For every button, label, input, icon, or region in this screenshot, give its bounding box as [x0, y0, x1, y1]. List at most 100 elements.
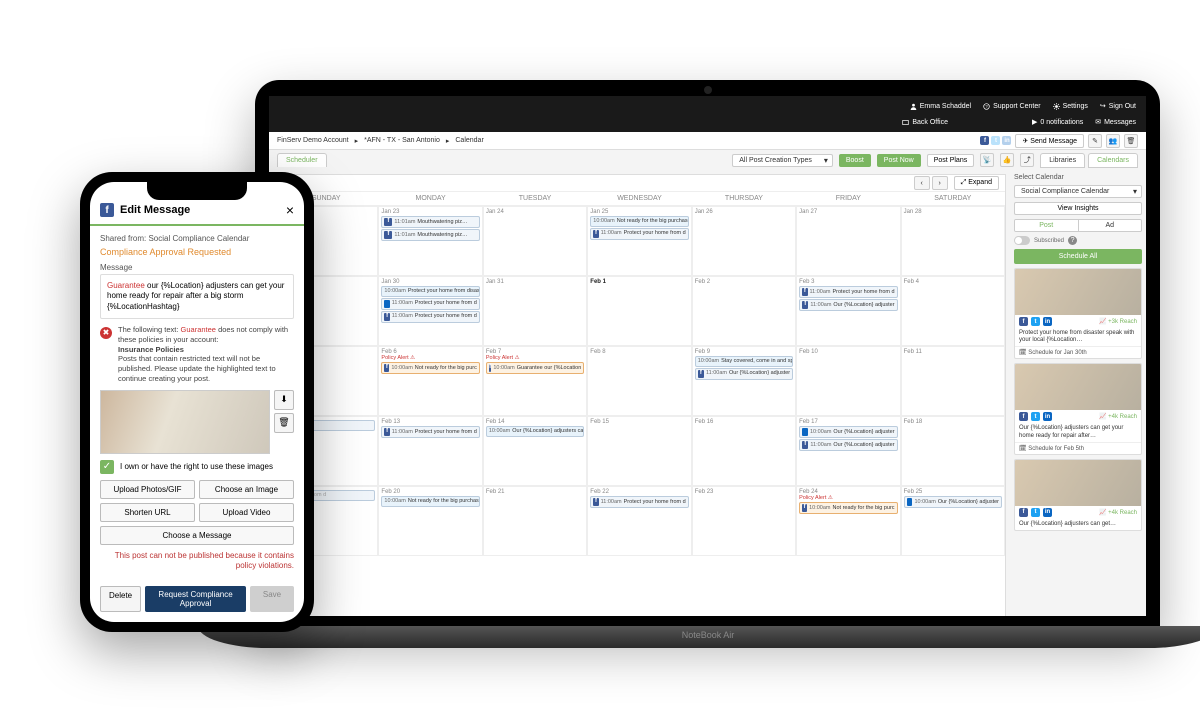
attached-image[interactable]	[100, 390, 270, 454]
support-link[interactable]: ?Support Center	[983, 100, 1040, 112]
calendar-event[interactable]: f10:00am Guarantee our {%Location	[486, 362, 584, 374]
day-cell[interactable]: Feb 4	[901, 276, 1005, 346]
calendar-event[interactable]: f11:00am Protect your home from d	[381, 311, 479, 323]
day-cell[interactable]: Jan 3010:00am Protect your home from dis…	[378, 276, 482, 346]
like-icon[interactable]: 👍	[1000, 153, 1014, 167]
day-cell[interactable]: Feb 24Policy Alert ⚠f10:00am Not ready f…	[796, 486, 900, 556]
request-approval-button[interactable]: Request Compliance Approval	[145, 586, 246, 612]
calendar-event[interactable]: f11:00am Protect your home from d	[590, 228, 688, 240]
day-cell[interactable]: Feb 2510:00am Our {%Location} adjuster	[901, 486, 1005, 556]
day-cell[interactable]: Jan 28	[901, 206, 1005, 276]
day-cell[interactable]: Jan 27	[796, 206, 900, 276]
day-cell[interactable]: Feb 1	[587, 276, 691, 346]
day-cell[interactable]: Feb 13f11:00am Protect your home from d	[378, 416, 482, 486]
day-cell[interactable]: Feb 7Policy Alert ⚠f10:00am Guarantee ou…	[483, 346, 587, 416]
view-insights-button[interactable]: View Insights	[1014, 202, 1142, 215]
day-cell[interactable]: Feb 3f11:00am Protect your home from df1…	[796, 276, 900, 346]
signout-link[interactable]: ↪ Sign Out	[1100, 100, 1136, 112]
day-cell[interactable]: Feb 15	[587, 416, 691, 486]
calendar-event[interactable]: 10:00am Not ready for the big purchase? …	[381, 496, 479, 507]
day-cell[interactable]: Feb 22f11:00am Protect your home from d	[587, 486, 691, 556]
content-card[interactable]: ftin📈 +4k ReachOur {%Location} adjusters…	[1014, 459, 1142, 531]
calendar-select[interactable]: Social Compliance Calendar	[1014, 185, 1142, 198]
calendar-event[interactable]: f11:00am Our {%Location} adjuster	[799, 299, 897, 311]
day-cell[interactable]: Jan 26	[692, 206, 796, 276]
post-now-button[interactable]: Post Now	[877, 154, 921, 167]
day-cell[interactable]: Feb 1410:00am Our {%Location} adjusters …	[483, 416, 587, 486]
day-cell[interactable]: Feb 1710:00am Our {%Location} adjusterf1…	[796, 416, 900, 486]
shorten-url-button[interactable]: Shorten URL	[100, 503, 195, 522]
upload-icon[interactable]: ⤴	[1020, 153, 1034, 167]
day-cell[interactable]: Jan 2510:00am Not ready for the big purc…	[587, 206, 691, 276]
download-image-button[interactable]: ⬇	[274, 390, 294, 410]
post-ad-toggle[interactable]: Post Ad	[1014, 219, 1142, 232]
day-cell[interactable]: Feb 2010:00am Not ready for the big purc…	[378, 486, 482, 556]
scheduler-tab[interactable]: Scheduler	[277, 153, 327, 167]
ad-pill[interactable]: Ad	[1079, 220, 1142, 231]
close-icon[interactable]: ×	[286, 202, 294, 218]
users-icon[interactable]: 👥	[1106, 134, 1120, 148]
expand-button[interactable]: ⤢ Expand	[954, 176, 999, 190]
post-pill[interactable]: Post	[1015, 220, 1079, 231]
prev-month-button[interactable]: ‹	[914, 176, 930, 190]
calendar-event[interactable]: 10:00am Our {%Location} adjuster	[904, 496, 1002, 508]
calendar-event[interactable]: f11:01am Mouthwatering piz…	[381, 229, 479, 241]
day-cell[interactable]: Jan 24	[483, 206, 587, 276]
content-card[interactable]: ftin📈 +4k ReachOur {%Location} adjusters…	[1014, 363, 1142, 454]
schedule-card-button[interactable]: 🗓 Schedule for Jan 30th	[1015, 346, 1141, 358]
libraries-tab[interactable]: Libraries	[1040, 153, 1085, 168]
edit-icon[interactable]: ✎	[1088, 134, 1102, 148]
send-message-button[interactable]: ✈ Send Message	[1015, 134, 1084, 148]
subscribed-toggle[interactable]	[1014, 236, 1030, 245]
settings-link[interactable]: Settings	[1053, 100, 1088, 112]
upload-photos-button[interactable]: Upload Photos/GIF	[100, 480, 195, 499]
calendar-event[interactable]: 11:00am Protect your home from d	[381, 298, 479, 310]
choose-message-button[interactable]: Choose a Message	[100, 526, 294, 545]
rss-icon[interactable]: 📡	[980, 153, 994, 167]
channel-icons[interactable]: ftin	[980, 136, 1011, 145]
day-cell[interactable]: Feb 8	[587, 346, 691, 416]
day-cell[interactable]: Feb 6Policy Alert ⚠f10:00am Not ready fo…	[378, 346, 482, 416]
calendar-event[interactable]: f11:00am Our {%Location} adjuster	[695, 368, 793, 380]
day-cell[interactable]: Jan 31	[483, 276, 587, 346]
next-month-button[interactable]: ›	[932, 176, 948, 190]
user-menu[interactable]: Emma Schaddel	[910, 100, 971, 112]
calendar-event[interactable]: f11:00am Protect your home from d	[381, 426, 479, 438]
upload-video-button[interactable]: Upload Video	[199, 503, 294, 522]
help-icon[interactable]: ?	[1068, 236, 1077, 245]
day-cell[interactable]: Feb 910:00am Stay covered, come in and s…	[692, 346, 796, 416]
save-button[interactable]: Save	[250, 586, 294, 612]
calendar-event[interactable]: 10:00am Our {%Location} adjusters can ge…	[486, 426, 584, 437]
schedule-card-button[interactable]: 🗓 Schedule for Feb 5th	[1015, 442, 1141, 454]
calendars-tab[interactable]: Calendars	[1088, 153, 1138, 168]
crumb-location[interactable]: *AFN - TX - San Antonio	[364, 137, 440, 144]
calendar-event[interactable]: f10:00am Not ready for the big purc	[799, 502, 897, 514]
messages-link[interactable]: ✉ Messages	[1095, 116, 1136, 128]
day-cell[interactable]: Feb 21	[483, 486, 587, 556]
delete-icon[interactable]: 🗑	[1124, 134, 1138, 148]
day-cell[interactable]: Feb 16	[692, 416, 796, 486]
back-office-link[interactable]: Back Office	[902, 116, 948, 128]
day-cell[interactable]: Feb 18	[901, 416, 1005, 486]
day-cell[interactable]: Feb 23	[692, 486, 796, 556]
creation-types-select[interactable]: All Post Creation Types	[732, 154, 833, 167]
schedule-all-button[interactable]: Schedule All	[1014, 249, 1142, 264]
calendar-event[interactable]: 10:00am Our {%Location} adjuster	[799, 426, 897, 438]
calendar-event[interactable]: 10:00am Not ready for the big purchase? …	[590, 216, 688, 227]
calendar-event[interactable]: f10:00am Not ready for the big purc	[381, 362, 479, 374]
delete-button[interactable]: Delete	[100, 586, 141, 612]
day-cell[interactable]: Jan 23f11:01am Mouthwatering piz…f11:01a…	[378, 206, 482, 276]
notifications-link[interactable]: ▶ 0 notifications	[1032, 116, 1083, 128]
calendar-event[interactable]: f11:00am Protect your home from d	[799, 286, 897, 298]
content-card[interactable]: ftin📈 +3k ReachProtect your home from di…	[1014, 268, 1142, 359]
calendar-event[interactable]: f11:00am Our {%Location} adjuster	[799, 439, 897, 451]
post-plans-button[interactable]: Post Plans	[927, 154, 974, 167]
boost-button[interactable]: Boost	[839, 154, 871, 167]
choose-image-button[interactable]: Choose an Image	[199, 480, 294, 499]
remove-image-button[interactable]: 🗑	[274, 413, 294, 433]
day-cell[interactable]: Feb 11	[901, 346, 1005, 416]
rights-checkbox[interactable]: ✓	[100, 460, 114, 474]
day-cell[interactable]: Feb 10	[796, 346, 900, 416]
crumb-account[interactable]: FinServ Demo Account	[277, 137, 349, 144]
calendar-event[interactable]: 10:00am Stay covered, come in and speak …	[695, 356, 793, 367]
